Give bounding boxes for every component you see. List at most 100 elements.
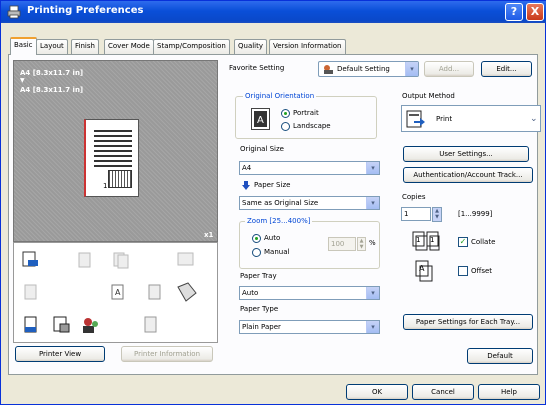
help-button[interactable]: Help — [478, 384, 540, 400]
edit-favorite-button[interactable]: Edit... — [481, 61, 532, 77]
chevron-down-icon: ▾ — [366, 162, 379, 174]
preview-paper-size: A4 [8.3x11.7 in] — [20, 86, 84, 94]
tab-basic[interactable]: Basic — [10, 37, 37, 55]
chevron-down-icon: ▾ — [366, 321, 379, 333]
preview-copies-badge: x1 — [204, 231, 214, 239]
zoom-auto-radio[interactable] — [252, 234, 261, 243]
window-title: Printing Preferences — [27, 5, 144, 16]
output-method-dropdown[interactable]: Print ⌄ — [401, 105, 541, 132]
document-settings-icon — [144, 316, 157, 333]
paper-type-value: Plain Paper — [242, 323, 281, 331]
zoom-manual-radio[interactable] — [252, 248, 261, 257]
original-size-dropdown[interactable]: A4 ▾ — [239, 161, 380, 175]
chevron-down-icon: ▾ — [405, 62, 418, 76]
offset-label: Offset — [471, 267, 493, 275]
collate-label: Collate — [471, 238, 496, 246]
booklet-icon — [24, 284, 37, 300]
staple-icon — [177, 252, 194, 266]
tab-version-information[interactable]: Version Information — [269, 39, 346, 54]
color-page-icon — [53, 316, 70, 333]
zoom-spinner[interactable]: ▲ ▼ — [357, 237, 366, 251]
svg-text:A: A — [257, 115, 264, 126]
print-output-icon — [406, 110, 425, 128]
arrow-down-icon — [242, 181, 250, 190]
copies-input[interactable]: 1 — [401, 207, 431, 221]
offset-icon: A — [415, 260, 433, 282]
zoom-manual-label: Manual — [264, 248, 290, 256]
punch-icon — [148, 284, 161, 300]
zoom-auto-label: Auto — [264, 234, 281, 242]
tab-finish[interactable]: Finish — [71, 39, 99, 54]
zoom-value: 100 — [331, 240, 345, 248]
account-users-icon — [83, 318, 98, 333]
original-size-value: A4 — [242, 164, 252, 172]
paper-tray-value: Auto — [242, 289, 259, 297]
paper-size-dropdown[interactable]: Same as Original Size ▾ — [239, 196, 380, 210]
fold-icon — [177, 282, 197, 302]
combine-icon — [78, 252, 91, 268]
offset-checkbox[interactable] — [458, 266, 468, 276]
portrait-orientation-icon: A — [251, 108, 270, 130]
original-size-label: Original Size — [240, 145, 284, 153]
tab-cover-mode[interactable]: Cover Mode — [104, 39, 154, 54]
paper-size-value: Same as Original Size — [242, 199, 319, 207]
portrait-radio[interactable] — [281, 109, 290, 118]
settings-icon-panel: A — [13, 242, 218, 343]
default-button[interactable]: Default — [467, 348, 533, 364]
chevron-down-icon: ▾ — [366, 287, 379, 299]
paper-tray-label: Paper Tray — [240, 272, 277, 280]
output-tray-icon — [24, 316, 37, 333]
copies-range: [1...9999] — [458, 210, 493, 218]
favorite-icon — [324, 65, 333, 74]
favorite-setting-dropdown[interactable]: Default Setting ▾ — [318, 61, 419, 77]
paper-type-dropdown[interactable]: Plain Paper ▾ — [239, 320, 380, 334]
preview-page: 1 — [84, 119, 139, 197]
collate-icon: 11 — [412, 231, 440, 251]
copies-spinner[interactable]: ▲ ▼ — [432, 207, 442, 222]
tab-quality[interactable]: Quality — [234, 39, 268, 54]
zoom-value-input[interactable]: 100 — [328, 237, 356, 251]
cancel-button[interactable]: Cancel — [412, 384, 474, 400]
help-title-button[interactable]: ? — [505, 3, 523, 21]
output-method-value: Print — [436, 115, 453, 123]
svg-text:1: 1 — [416, 236, 420, 244]
preview-original-size: A4 [8.3x11.7 in] — [20, 69, 84, 77]
paper-tray-dropdown[interactable]: Auto ▾ — [239, 286, 380, 300]
portrait-label: Portrait — [293, 109, 319, 117]
zoom-unit: % — [369, 239, 376, 247]
chevron-down-icon: ▾ — [366, 197, 379, 209]
landscape-label: Landscape — [293, 122, 331, 130]
copies-value: 1 — [404, 210, 409, 218]
printer-icon — [7, 5, 21, 19]
paper-type-label: Paper Type — [240, 305, 279, 313]
copies-label: Copies — [402, 193, 426, 201]
duplex-icon — [113, 252, 129, 269]
simplex-icon — [22, 251, 38, 267]
collate-checkbox[interactable]: ✓ — [458, 237, 468, 247]
paper-settings-for-each-tray-button[interactable]: Paper Settings for Each Tray... — [403, 314, 533, 330]
orientation-group-label: Original Orientation — [243, 92, 317, 100]
ok-button[interactable]: OK — [346, 384, 408, 400]
authentication-account-track-button[interactable]: Authentication/Account Track... — [403, 167, 533, 183]
tab-layout[interactable]: Layout — [36, 39, 68, 54]
page-order-icon: A — [111, 284, 124, 300]
favorite-setting-label: Favorite Setting — [229, 64, 285, 72]
svg-text:A: A — [115, 288, 121, 297]
preview-area: A4 [8.3x11.7 in] ▼ A4 [8.3x11.7 in] 1 x1 — [13, 60, 218, 242]
user-settings-button[interactable]: User Settings... — [403, 146, 529, 162]
landscape-radio[interactable] — [281, 122, 290, 131]
title-bar[interactable]: Printing Preferences ? X — [1, 1, 546, 23]
add-favorite-button[interactable]: Add... — [424, 61, 474, 77]
chevron-down-icon: ⌄ — [530, 114, 538, 124]
svg-text:1: 1 — [430, 236, 434, 244]
close-button[interactable]: X — [526, 3, 544, 21]
printer-information-button[interactable]: Printer Information — [121, 346, 213, 362]
tab-stamp-composition[interactable]: Stamp/Composition — [153, 39, 230, 54]
printer-view-button[interactable]: Printer View — [15, 346, 105, 362]
zoom-group-label: Zoom [25...400%] — [245, 217, 313, 225]
printing-preferences-window: Printing Preferences ? X Basic Layout Fi… — [0, 0, 546, 405]
favorite-setting-value: Default Setting — [337, 65, 390, 73]
preview-page-number: 1 — [103, 182, 108, 190]
output-method-label: Output Method — [402, 92, 455, 100]
paper-size-label: Paper Size — [254, 181, 291, 189]
